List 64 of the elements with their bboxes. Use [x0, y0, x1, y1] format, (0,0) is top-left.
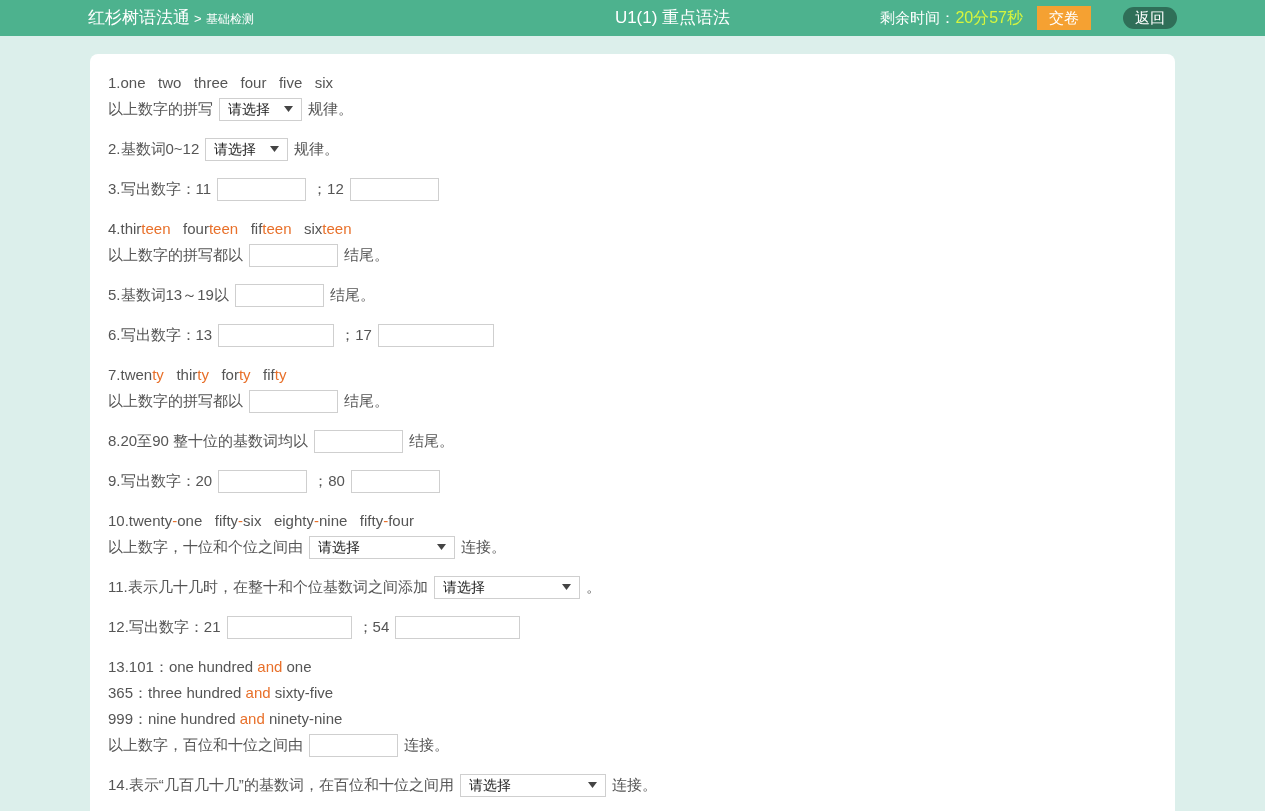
question-text: 365：three hundred and sixty-five [108, 682, 334, 703]
select-dropdown[interactable]: 请选择 [459, 773, 606, 797]
caret-icon [284, 106, 293, 112]
question-text: 8.20至90 整十位的基数词均以 [108, 430, 309, 451]
question-text: 连接。 [611, 774, 657, 795]
caret-icon [561, 584, 571, 590]
question-text: 以上数字，百位和十位之间由 [108, 734, 303, 755]
answer-field[interactable] [349, 177, 439, 201]
question-text: 6.写出数字：13 [108, 324, 213, 345]
timer-label: 剩余时间： [880, 7, 956, 28]
question-text: 以上数字，十位和个位之间由 [108, 536, 303, 557]
answer-field[interactable] [249, 243, 338, 267]
question-text: 11.表示几十几时，在整十和个位基数词之间添加 [108, 576, 428, 597]
question-text: 1.one two three four five six [108, 72, 334, 93]
answer-field[interactable] [226, 615, 352, 639]
question-text: 5.基数词13～19以 [108, 284, 229, 305]
question-text: 13.101：one hundred and one [108, 656, 312, 677]
question-text: 2.基数词0~12 [108, 138, 200, 159]
question-text: 以上数字的拼写都以 [108, 244, 243, 265]
question-text: 规律。 [308, 98, 353, 119]
question-text: 3.写出数字：11 [108, 178, 212, 199]
answer-field[interactable] [395, 615, 521, 639]
answer-field[interactable] [309, 733, 398, 757]
question-text: 以上数字的拼写 [108, 98, 213, 119]
answer-field[interactable] [377, 323, 494, 347]
question-text: 999：nine hundred and ninety-nine [108, 708, 343, 729]
question-text: 12.写出数字：21 [108, 616, 221, 637]
question-text: ；12 [312, 178, 344, 199]
question-text: 结尾。 [409, 430, 455, 451]
question-text: 结尾。 [344, 390, 389, 411]
caret-icon [270, 146, 280, 152]
answer-field[interactable] [234, 283, 324, 307]
brand-title: 红杉树语法通 [88, 7, 190, 30]
question-text: 连接。 [404, 734, 449, 755]
answer-field[interactable] [218, 469, 308, 493]
breadcrumb-separator: > [194, 10, 202, 29]
select-dropdown[interactable]: 请选择 [309, 535, 455, 559]
question-text: 14.表示“几百几十几”的基数词，在百位和十位之间用 [108, 774, 454, 795]
question-text: ；54 [357, 616, 390, 637]
question-text: 以上数字的拼写都以 [108, 390, 243, 411]
back-button[interactable]: 返回 [1123, 7, 1177, 29]
answer-field[interactable] [350, 469, 440, 493]
question-text: 。 [585, 576, 601, 597]
question-text: 10.twenty-one fifty-six eighty-nine fifty-four [108, 510, 415, 531]
question-text: 7.twenty thirty forty fifty [108, 364, 287, 385]
select-dropdown[interactable]: 请选择 [433, 575, 580, 599]
select-dropdown[interactable]: 请选择 [205, 137, 289, 161]
question-text: 结尾。 [329, 284, 375, 305]
question-text: 连接。 [461, 536, 506, 557]
question-text: 规律。 [294, 138, 340, 159]
question-text: ；17 [340, 324, 372, 345]
question-text: 结尾。 [344, 244, 389, 265]
timer-value: 20分57秒 [955, 8, 1023, 28]
answer-field[interactable] [314, 429, 404, 453]
page-title: U1(1) 重点语法 [613, 7, 732, 30]
caret-icon [437, 544, 446, 550]
caret-icon [587, 782, 597, 788]
answer-field[interactable] [217, 177, 307, 201]
question-text: 4.thirteen fourteen fifteen sixteen [108, 218, 352, 239]
question-text: 9.写出数字：20 [108, 470, 213, 491]
answer-field[interactable] [249, 389, 338, 413]
answer-field[interactable] [218, 323, 335, 347]
select-dropdown[interactable]: 请选择 [219, 97, 302, 121]
question-text: ；80 [313, 470, 345, 491]
